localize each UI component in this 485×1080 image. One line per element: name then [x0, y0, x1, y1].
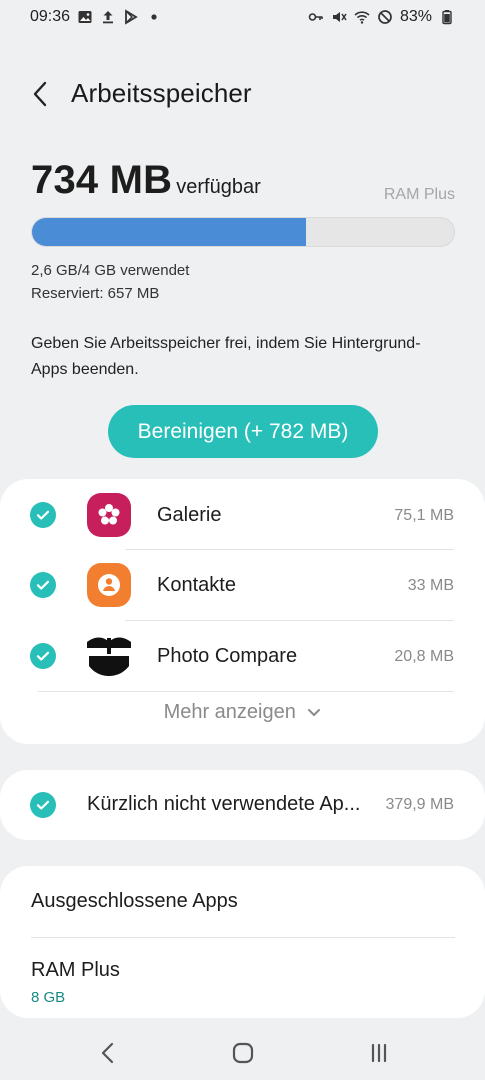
nav-home-button[interactable] — [227, 1037, 259, 1069]
status-time: 09:36 — [30, 8, 71, 25]
divider — [31, 937, 455, 938]
info-text: Geben Sie Arbeitsspeicher frei, indem Si… — [31, 335, 421, 378]
photo-compare-icon — [87, 634, 131, 678]
upload-icon — [100, 9, 116, 25]
check-icon — [36, 800, 50, 810]
contacts-icon — [87, 563, 131, 607]
navigation-bar — [0, 1025, 485, 1080]
chevron-down-icon — [307, 701, 321, 724]
available-memory-value: 734 MB — [31, 158, 173, 202]
dnd-icon — [377, 9, 393, 25]
show-more-button[interactable]: Mehr anzeigen — [0, 701, 485, 724]
app-size: 33 MB — [407, 577, 454, 594]
settings-card: Ausgeschlossene Apps RAM Plus 8 GB — [0, 866, 485, 1018]
battery-percent: 83% — [399, 8, 432, 25]
gallery-flower-icon — [87, 493, 131, 537]
check-icon — [36, 510, 50, 520]
memory-used-text: 2,6 GB/4 GB verwendet — [31, 262, 190, 279]
memory-reserved-text: Reserviert: 657 MB — [31, 285, 160, 302]
show-more-label: Mehr anzeigen — [163, 701, 296, 723]
back-button[interactable] — [26, 78, 54, 110]
memory-summary: 734 MB verfügbar RAM Plus — [31, 158, 455, 203]
checkbox-checked[interactable] — [30, 502, 56, 528]
checkbox-checked[interactable] — [30, 572, 56, 598]
home-icon — [232, 1042, 254, 1064]
chevron-left-icon — [33, 81, 47, 107]
clean-button[interactable]: Bereinigen (+ 782 MB) — [108, 405, 378, 458]
available-memory-label: verfügbar — [176, 176, 261, 198]
key-icon — [308, 9, 324, 25]
recent-unused-size: 379,9 MB — [385, 796, 454, 813]
excluded-apps-item[interactable]: Ausgeschlossene Apps — [31, 890, 238, 913]
running-apps-card: Galerie 75,1 MB Kontakte 33 MB Photo Com… — [0, 479, 485, 744]
back-icon — [101, 1042, 114, 1064]
list-item-photo-compare[interactable]: Photo Compare 20,8 MB — [0, 621, 485, 691]
play-store-icon — [123, 9, 139, 25]
check-icon — [36, 651, 50, 661]
recents-icon — [371, 1043, 387, 1063]
status-bar: 09:36 83% — [0, 0, 485, 34]
app-name: Galerie — [157, 504, 222, 526]
list-item-kontakte[interactable]: Kontakte 33 MB — [0, 550, 485, 620]
check-icon — [36, 580, 50, 590]
checkbox-checked[interactable] — [30, 643, 56, 669]
memory-usage-bar — [31, 217, 455, 247]
recent-unused-label: Kürzlich nicht verwendete Ap... — [87, 793, 361, 815]
app-header: Arbeitsspeicher — [0, 70, 485, 118]
status-bar-left: 09:36 — [30, 8, 162, 26]
recent-unused-card[interactable]: Kürzlich nicht verwendete Ap... 379,9 MB — [0, 770, 485, 840]
wifi-icon — [354, 9, 370, 25]
battery-icon — [439, 9, 455, 25]
checkbox-checked[interactable] — [30, 792, 56, 818]
nav-back-button[interactable] — [92, 1037, 124, 1069]
app-name: Kontakte — [157, 574, 236, 596]
dot-icon — [146, 9, 162, 25]
divider — [38, 691, 454, 692]
ram-plus-item[interactable]: RAM Plus — [31, 959, 120, 982]
status-bar-right: 83% — [308, 8, 455, 26]
ram-plus-indicator: RAM Plus — [383, 186, 455, 203]
gallery-icon — [77, 9, 93, 25]
nav-recents-button[interactable] — [363, 1037, 395, 1069]
memory-usage-fill — [32, 218, 307, 246]
mute-icon — [331, 9, 347, 25]
ram-plus-value: 8 GB — [31, 989, 66, 1006]
app-name: Photo Compare — [157, 645, 298, 667]
app-size: 20,8 MB — [394, 648, 454, 665]
list-item-galerie[interactable]: Galerie 75,1 MB — [0, 480, 485, 550]
app-size: 75,1 MB — [394, 507, 454, 524]
page-title: Arbeitsspeicher — [71, 78, 252, 108]
